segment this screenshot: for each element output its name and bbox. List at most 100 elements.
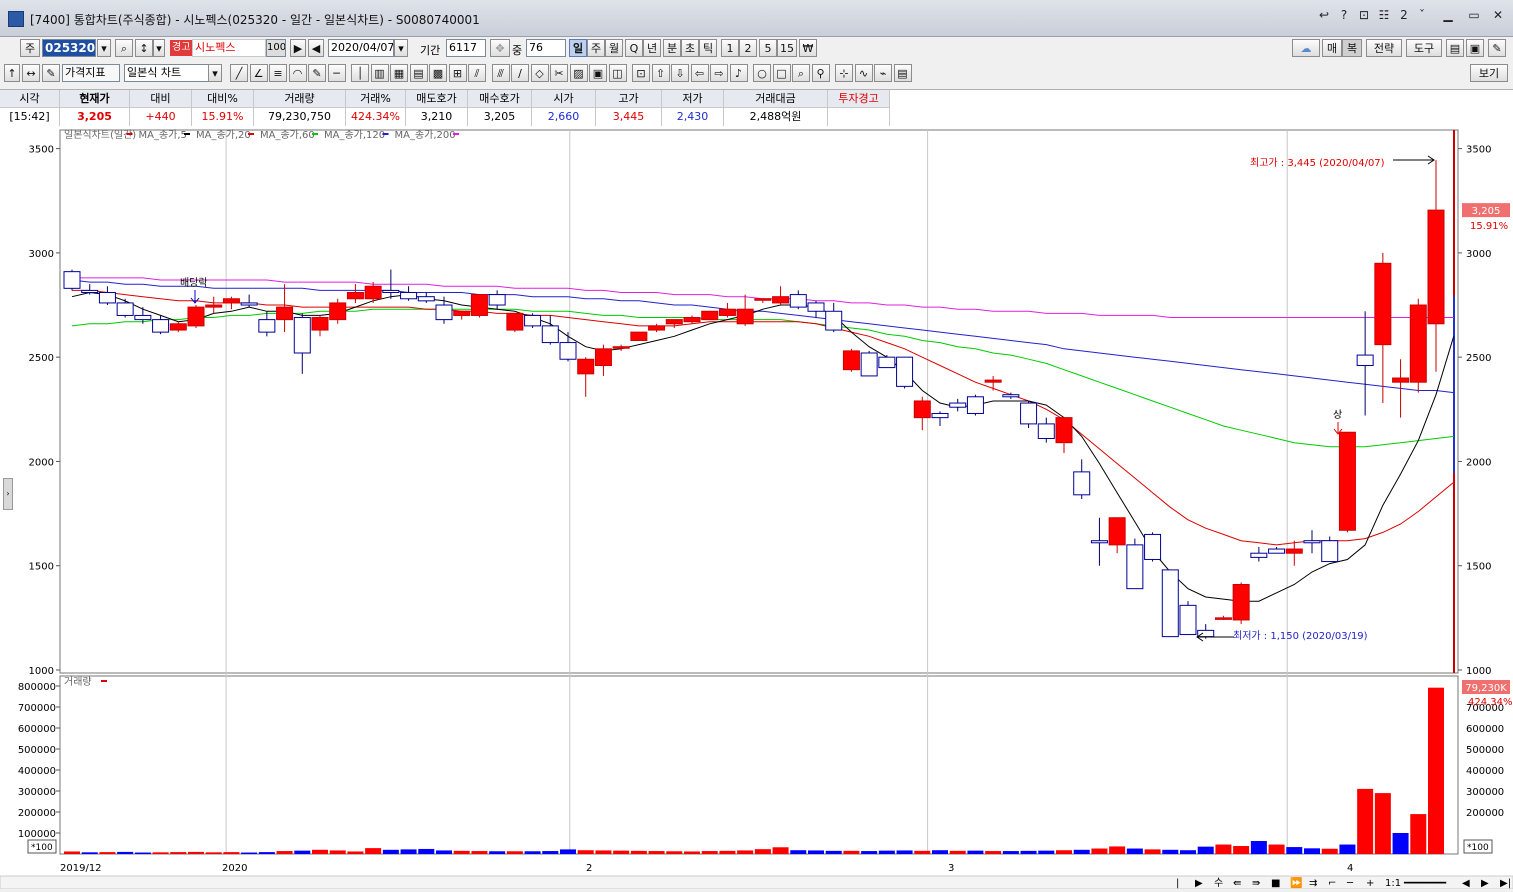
stock-code-input[interactable]: 025320 (42, 39, 96, 57)
draw-tool-27-icon[interactable]: ○ (753, 64, 771, 82)
draw-tool-19-icon[interactable]: ▣ (589, 64, 607, 82)
side-panel-toggle[interactable]: › (3, 478, 13, 510)
help-icon[interactable]: ? (1336, 8, 1352, 22)
draw-tool-34-icon[interactable]: ▤ (893, 64, 912, 82)
prev-stock-icon[interactable]: ◀ (308, 39, 324, 57)
period-input[interactable]: 6117 (446, 39, 486, 57)
draw-tool-2-icon[interactable]: ∠ (249, 64, 268, 82)
chart-type-dropdown-icon[interactable]: ▾ (208, 64, 222, 82)
trade-button[interactable]: 매 (1322, 39, 1342, 57)
currency-icon[interactable]: ₩ (799, 39, 817, 57)
tools-button[interactable]: 도구 (1406, 39, 1442, 57)
price-axis-label-left: 2000 (29, 457, 54, 468)
draw-tool-20-icon[interactable]: ◫ (608, 64, 627, 82)
draw-tool-13-icon[interactable]: ⫽ (468, 64, 486, 82)
period-year-button[interactable]: 년 (643, 39, 661, 57)
candle (701, 310, 719, 321)
draw-tool-1-icon[interactable]: ╱ (230, 64, 248, 82)
up-arrow-icon[interactable]: ↑ (4, 64, 20, 82)
current-price-label: 3,205 (1472, 206, 1501, 217)
draw-tool-18-icon[interactable]: ▨ (569, 64, 588, 82)
layout-icon[interactable]: ⊡ (1356, 8, 1372, 22)
window-titlebar: [7400] 통합차트(주식종합) - 시노펙스(025320 - 일간 - 일… (0, 0, 1513, 37)
sort-icon[interactable]: ↕ (135, 39, 153, 57)
market-select[interactable]: 주 (20, 39, 40, 57)
code-dropdown-icon[interactable]: ▾ (97, 39, 111, 57)
quote-header-value: 거래대금 (724, 90, 828, 108)
volume-axis-label-right: 200000 (1466, 808, 1504, 819)
draw-tool-5-icon[interactable]: ✎ (308, 64, 326, 82)
period-minute-button[interactable]: 분 (663, 39, 681, 57)
draw-tool-22-icon[interactable]: ⇧ (651, 64, 670, 82)
calendar-dropdown-icon[interactable]: ▾ (394, 39, 408, 57)
draw-tool-26-icon[interactable]: ♪ (729, 64, 748, 82)
chart-area[interactable]: 1000 1000 1500 1500 2000 2000 2500 2500 3000 3000… (0, 128, 1513, 890)
strategy-button[interactable]: 전략 (1366, 39, 1402, 57)
period-tick-button[interactable]: 틱 (699, 39, 717, 57)
draw-tool-11-icon[interactable]: ▩ (429, 64, 447, 82)
maximize-button[interactable]: ▭ (1466, 8, 1482, 22)
candle-body-up (630, 331, 648, 341)
period-second-button[interactable]: 초 (681, 39, 699, 57)
link-icon[interactable]: ↩ (1316, 8, 1332, 22)
draw-tool-8-icon[interactable]: ▥ (370, 64, 389, 82)
close-button[interactable]: ✕ (1490, 8, 1506, 22)
period-week-button[interactable]: 주 (587, 39, 605, 57)
search-icon[interactable]: ⌕ (115, 39, 133, 57)
volume-bar (630, 850, 647, 854)
count-input[interactable]: 76 (526, 39, 566, 57)
draw-tool-33-icon[interactable]: ⌁ (874, 64, 892, 82)
interval-2-button[interactable]: 2 (739, 39, 757, 57)
chart-svg[interactable]: 1000 1000 1500 1500 2000 2000 2500 2500 3000 3000… (0, 128, 1513, 890)
period-month-button[interactable]: 월 (605, 39, 623, 57)
period-quarter-button[interactable]: Q (625, 39, 643, 57)
chart-type-select[interactable]: 일본식 차트 (124, 64, 210, 82)
draw-tool-29-icon[interactable]: ⌕ (792, 64, 810, 82)
draw-tool-24-icon[interactable]: ⇦ (690, 64, 709, 82)
move-icon[interactable]: ✥ (490, 39, 510, 57)
candle-body-down (1002, 394, 1020, 398)
sort-dropdown-icon[interactable]: ▾ (153, 39, 165, 57)
save-icon[interactable]: ▣ (1466, 39, 1484, 57)
list-icon[interactable]: ☷ (1376, 8, 1392, 22)
quote-header-volume-pct: 거래% (346, 90, 406, 108)
draw-tool-32-icon[interactable]: ∿ (854, 64, 873, 82)
draw-tool-10-icon[interactable]: ▤ (409, 64, 428, 82)
draw-tool-31-icon[interactable]: ⊹ (835, 64, 853, 82)
draw-tool-23-icon[interactable]: ⇩ (671, 64, 689, 82)
draw-tool-16-icon[interactable]: ◇ (530, 64, 549, 82)
interval-5-button[interactable]: 5 (759, 39, 777, 57)
view-button[interactable]: 보기 (1470, 64, 1508, 82)
interval-15-button[interactable]: 15 (777, 39, 797, 57)
draw-tool-14-icon[interactable]: ⫻ (491, 64, 510, 82)
draw-tool-21-icon[interactable]: ⊡ (632, 64, 650, 82)
draw-tool-15-icon[interactable]: ∕ (511, 64, 529, 82)
draw-tool-12-icon[interactable]: ⊞ (448, 64, 467, 82)
open-folder-icon[interactable]: ▤ (1446, 39, 1464, 57)
draw-tool-4-icon[interactable]: ◠ (288, 64, 307, 82)
expand-icon[interactable]: ↔ (22, 64, 40, 82)
draw-tool-3-icon[interactable]: ≡ (269, 64, 287, 82)
compound-button[interactable]: 복 (1342, 39, 1362, 57)
cloud-icon[interactable]: ☁ (1292, 39, 1320, 57)
draw-tool-17-icon[interactable]: ✂ (550, 64, 568, 82)
draw-tool-6-icon[interactable]: ─ (327, 64, 346, 82)
pin-icon[interactable]: ˇ (1414, 8, 1430, 22)
scroll-control-icon: ▶ (1195, 878, 1203, 889)
draw-tool-25-icon[interactable]: ⇨ (710, 64, 728, 82)
draw-tool-7-icon[interactable]: │ (351, 64, 369, 82)
next-stock-icon[interactable]: ▶ (290, 39, 306, 57)
edit-icon[interactable]: ✎ (42, 64, 60, 82)
candle-body-down (81, 289, 99, 294)
indicator-select[interactable]: 가격지표 (62, 64, 120, 82)
draw-tool-28-icon[interactable]: □ (772, 64, 791, 82)
date-input[interactable]: 2020/04/07 (328, 39, 394, 57)
period-day-button[interactable]: 일 (569, 39, 587, 57)
screen-number-icon[interactable]: 2 (1396, 8, 1412, 22)
wrench-icon[interactable]: ✎ (1488, 39, 1506, 57)
draw-tool-30-icon[interactable]: ⚲ (811, 64, 830, 82)
interval-1-button[interactable]: 1 (721, 39, 739, 57)
candle-body-down (1179, 604, 1197, 636)
draw-tool-9-icon[interactable]: ▦ (390, 64, 408, 82)
minimize-button[interactable]: ▁ (1440, 8, 1456, 22)
